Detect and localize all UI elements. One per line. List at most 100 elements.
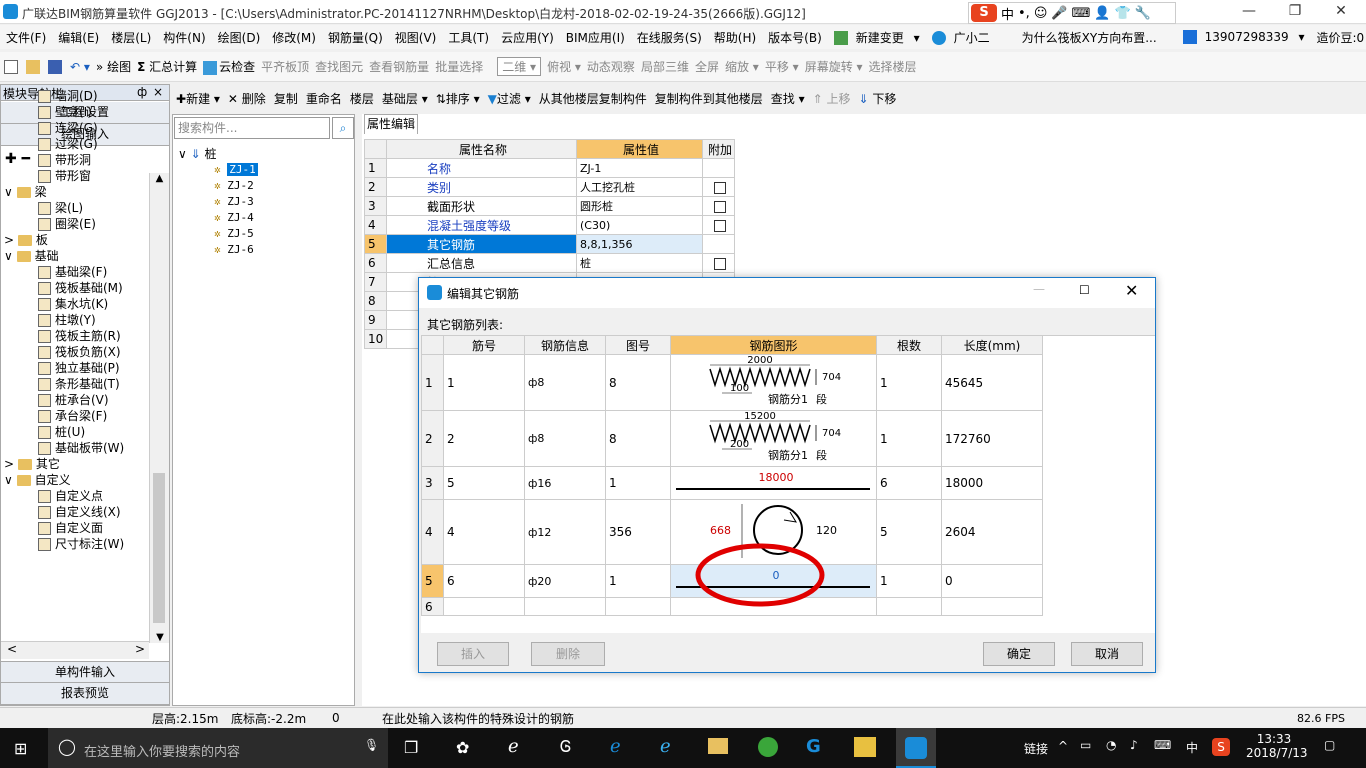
delete-button[interactable]: ✕ 删除 (228, 90, 266, 107)
tree-item[interactable]: 墙洞(D) (4, 88, 149, 104)
prop-value[interactable]: 8,8,1,356 (576, 234, 703, 254)
taskbar-search-input[interactable]: 在这里输入你要搜索的内容 (84, 741, 240, 760)
tree-item[interactable]: 筏板主筋(R) (4, 328, 149, 344)
tree-item[interactable]: 尺寸标注(W) (4, 536, 149, 552)
prop-row[interactable]: 1 名称 ZJ-1 (364, 158, 735, 178)
app-g-icon[interactable]: G (806, 736, 821, 757)
tb-cloud-check[interactable]: 云检查 (203, 58, 255, 75)
delete-row-button[interactable]: 删除 (531, 642, 605, 666)
prop-row[interactable]: 3 截面形状 圆形桩 (364, 196, 735, 216)
extra-checkbox[interactable] (714, 257, 726, 270)
restore-button[interactable]: ❐ (1272, 0, 1318, 24)
tree-item[interactable]: 自定义点 (4, 488, 149, 504)
bar-no-cell[interactable]: 4 (443, 499, 525, 565)
skin-icon[interactable]: 👕 (1115, 6, 1131, 21)
scroll-left-icon[interactable]: < (7, 642, 17, 656)
new-button[interactable]: ✚新建 ▾ (176, 90, 220, 107)
prop-extra[interactable] (702, 196, 735, 216)
save-icon[interactable] (48, 59, 62, 74)
nav-close-icon[interactable]: × (153, 85, 163, 99)
tree-item[interactable]: 基础板带(W) (4, 440, 149, 456)
bar-no-cell[interactable]: 5 (443, 466, 525, 500)
bar-no-cell[interactable]: 2 (443, 410, 525, 467)
task-view-icon[interactable]: ❐ (404, 738, 418, 757)
prop-value[interactable]: 人工挖孔桩 (576, 177, 703, 197)
prop-extra[interactable] (702, 234, 735, 254)
tb-pan[interactable]: 平移 ▾ (765, 58, 799, 75)
app-note-icon[interactable] (854, 737, 876, 757)
expand-icon[interactable]: ∨ (4, 185, 17, 199)
bar-info-cell[interactable]: ф16 (524, 466, 606, 500)
menu-draw[interactable]: 绘图(D) (212, 29, 267, 46)
menu-modify[interactable]: 修改(M) (266, 29, 322, 46)
nav-scrollbar[interactable]: ▲ ▼ (149, 173, 169, 643)
tb-summary[interactable]: Σ 汇总计算 (137, 58, 197, 75)
count-cell[interactable]: 1 (876, 354, 942, 411)
app-glodon-active[interactable] (896, 728, 936, 768)
component-item[interactable]: ✲ ZJ-3 (178, 194, 258, 210)
tree-item[interactable]: 壁龛(I) (4, 104, 149, 120)
emoji-icon[interactable]: ☺ (1034, 6, 1048, 21)
bar-shape-cell[interactable]: 15200 704 200 钢筋分1 段 (670, 410, 877, 467)
keyboard-tray-icon[interactable]: ⌨ (1154, 738, 1171, 752)
expand-icon[interactable]: > (4, 457, 18, 471)
assistant-button[interactable]: 广小二 (926, 29, 1002, 46)
tb-batch-select[interactable]: 批量选择 (435, 58, 483, 75)
length-cell[interactable]: 172760 (941, 410, 1043, 467)
bar-info-cell[interactable] (524, 597, 606, 616)
menu-view[interactable]: 视图(V) (389, 29, 443, 46)
fig-no-cell[interactable] (605, 597, 671, 616)
menu-online[interactable]: 在线服务(S) (631, 29, 708, 46)
clock[interactable]: 13:33 2018/7/13 (1246, 732, 1308, 760)
filter-button[interactable]: ▼过滤 ▾ (488, 90, 531, 107)
tray-chevron-icon[interactable]: ^ (1058, 739, 1068, 753)
tb-select-floor[interactable]: 选择楼层 (869, 58, 917, 75)
tree-item[interactable]: 自定义面 (4, 520, 149, 536)
tree-item[interactable]: 集水坑(K) (4, 296, 149, 312)
tree-item[interactable]: 桩承台(V) (4, 392, 149, 408)
move-up-button[interactable]: ⇑ 上移 (813, 90, 851, 107)
keyboard-icon[interactable]: ⌨ (1072, 6, 1091, 21)
expand-icon[interactable]: ∨ (4, 249, 17, 263)
bar-no-cell[interactable]: 6 (443, 564, 525, 598)
find-button[interactable]: 查找 ▾ (771, 90, 805, 107)
count-cell[interactable] (876, 597, 942, 616)
tree-item[interactable]: 筏板基础(M) (4, 280, 149, 296)
scroll-down-icon[interactable]: ▼ (150, 632, 170, 643)
expand-icon[interactable]: ∨ (4, 473, 17, 487)
app-fan-icon[interactable]: ✿ (456, 738, 469, 757)
tb-topview[interactable]: 俯视 ▾ (547, 58, 581, 75)
insert-button[interactable]: 插入 (437, 642, 509, 666)
extra-checkbox[interactable] (714, 219, 726, 232)
length-cell[interactable]: 45645 (941, 354, 1043, 411)
tree-item[interactable]: 自定义线(X) (4, 504, 149, 520)
tb-draw[interactable]: » 绘图 (96, 58, 131, 75)
tb-dynamic[interactable]: 动态观察 (587, 58, 635, 75)
battery-icon[interactable]: ▭ (1080, 738, 1091, 752)
bar-info-cell[interactable]: ф8 (524, 354, 606, 411)
ime-lang[interactable]: 中 (1001, 4, 1014, 23)
count-cell[interactable]: 6 (876, 466, 942, 500)
menu-floor[interactable]: 楼层(L) (105, 29, 157, 46)
prop-row[interactable]: 5 其它钢筋 8,8,1,356 (364, 234, 735, 254)
tree-item[interactable]: 基础梁(F) (4, 264, 149, 280)
count-cell[interactable]: 5 (876, 499, 942, 565)
bar-no-cell[interactable] (443, 597, 525, 616)
tree-item[interactable]: 圈梁(E) (4, 216, 149, 232)
count-cell[interactable]: 1 (876, 564, 942, 598)
user-account[interactable]: 13907298339 ▾ (1177, 30, 1311, 45)
bar-info-cell[interactable]: ф20 (524, 564, 606, 598)
tree-group[interactable]: > 其它 (4, 456, 149, 472)
rebar-row[interactable]: 3 5 ф16 1 18000 6 18000 (421, 466, 1043, 500)
scroll-up-icon[interactable]: ▲ (150, 173, 169, 184)
edge-icon[interactable]: ℯ (610, 736, 621, 757)
nav-hscrollbar[interactable]: < > (1, 641, 149, 659)
prop-extra[interactable] (702, 177, 735, 197)
prop-extra[interactable] (702, 158, 735, 178)
bar-shape-cell[interactable]: 18000 (670, 466, 877, 500)
scroll-thumb[interactable] (153, 473, 165, 623)
ime-toolbar[interactable]: S 中 •, ☺ 🎤 ⌨ 👤 👕 🔧 (968, 2, 1176, 24)
tree-root[interactable]: ∨ ⇓ 桩 (178, 146, 258, 162)
tree-item[interactable]: 桩(U) (4, 424, 149, 440)
menu-bim[interactable]: BIM应用(I) (560, 29, 631, 46)
